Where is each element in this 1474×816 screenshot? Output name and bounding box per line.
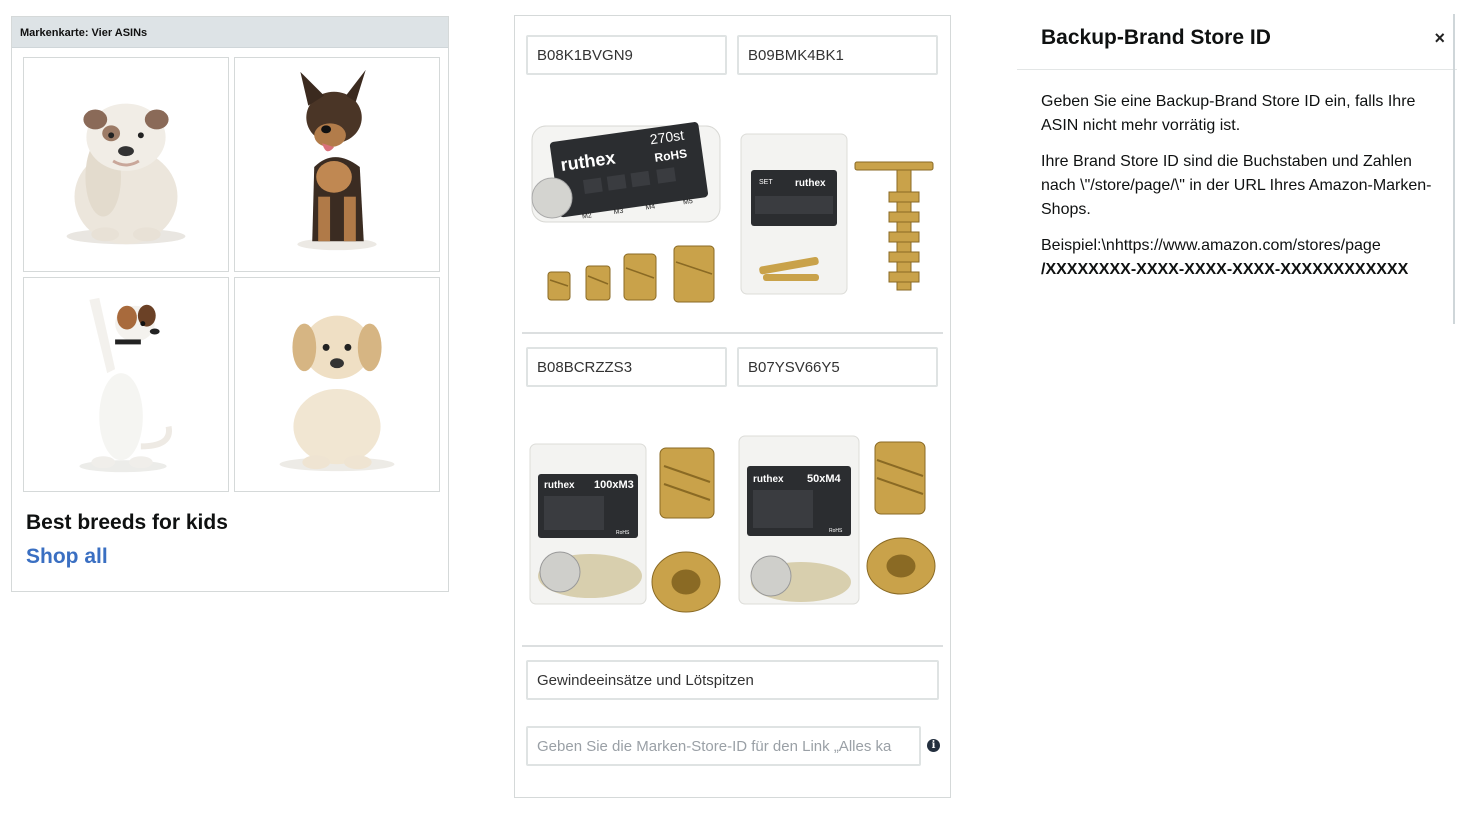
asin-editor: ruthex 270st RoHS M2 M3 M4 M5	[514, 15, 951, 798]
asin-input-3[interactable]	[526, 347, 727, 387]
help-title: Backup-Brand Store ID	[1041, 26, 1271, 49]
help-body: Geben Sie eine Backup-Brand Store ID ein…	[1017, 70, 1457, 282]
bulldog-image[interactable]	[23, 57, 229, 272]
p4-brand-text: ruthex	[753, 474, 784, 485]
jack-russell-image[interactable]	[23, 277, 229, 492]
p4-qty-text: 50xM4	[807, 473, 842, 485]
section-divider-1	[522, 332, 943, 334]
p4-rohs-text: RoHS	[829, 528, 843, 534]
p1-size-m2: M2	[582, 212, 593, 220]
golden-puppy-image[interactable]	[234, 277, 440, 492]
product-image-4[interactable]: ruthex 50xM4 RoHS	[737, 426, 939, 626]
close-icon[interactable]: ×	[1434, 28, 1445, 49]
preview-header: Markenkarte: Vier ASINs	[12, 17, 448, 48]
help-example-code: /XXXXXXXX-XXXX-XXXX-XXXX-XXXXXXXXXXXX	[1041, 261, 1409, 278]
product-image-2[interactable]: SET ruthex	[737, 112, 939, 312]
p3-qty-text: 100xM3	[594, 479, 634, 491]
p2-brand-text: ruthex	[795, 178, 826, 189]
image-grid	[23, 57, 441, 493]
p3-rohs-text: RoHS	[616, 530, 630, 536]
shepherd-puppy-image[interactable]	[234, 57, 440, 272]
asin-input-2[interactable]	[737, 35, 938, 75]
store-id-input[interactable]	[526, 726, 921, 766]
help-example: Beispiel:\nhttps://www.amazon.com/stores…	[1041, 234, 1437, 282]
product-image-3[interactable]: ruthex 100xM3 RoHS	[526, 426, 728, 626]
p3-brand-text: ruthex	[544, 480, 575, 491]
shop-all-link[interactable]: Shop all	[26, 545, 108, 569]
help-example-prefix: Beispiel:\nhttps://www.amazon.com/stores…	[1041, 237, 1381, 254]
info-icon[interactable]: i	[927, 739, 940, 752]
asin-input-1[interactable]	[526, 35, 727, 75]
asin-input-4[interactable]	[737, 347, 938, 387]
help-paragraph-1: Geben Sie eine Backup-Brand Store ID ein…	[1041, 93, 1416, 134]
section-divider-2	[522, 645, 943, 647]
p2-set-text: SET	[759, 179, 773, 186]
brand-card-preview: Markenkarte: Vier ASINs Best breeds for …	[11, 16, 449, 592]
help-header: Backup-Brand Store ID ×	[1017, 14, 1457, 70]
p1-size-m5: M5	[683, 198, 694, 206]
p1-size-m3: M3	[613, 208, 624, 216]
help-scrollbar[interactable]	[1453, 14, 1455, 324]
preview-title: Best breeds for kids	[26, 511, 228, 534]
help-panel: Backup-Brand Store ID × Geben Sie eine B…	[1017, 14, 1457, 324]
product-image-1[interactable]: ruthex 270st RoHS M2 M3 M4 M5	[526, 112, 728, 312]
help-paragraph-2: Ihre Brand Store ID sind die Buchstaben …	[1041, 153, 1432, 218]
p1-size-m4: M4	[645, 203, 656, 211]
headline-input[interactable]	[526, 660, 939, 700]
